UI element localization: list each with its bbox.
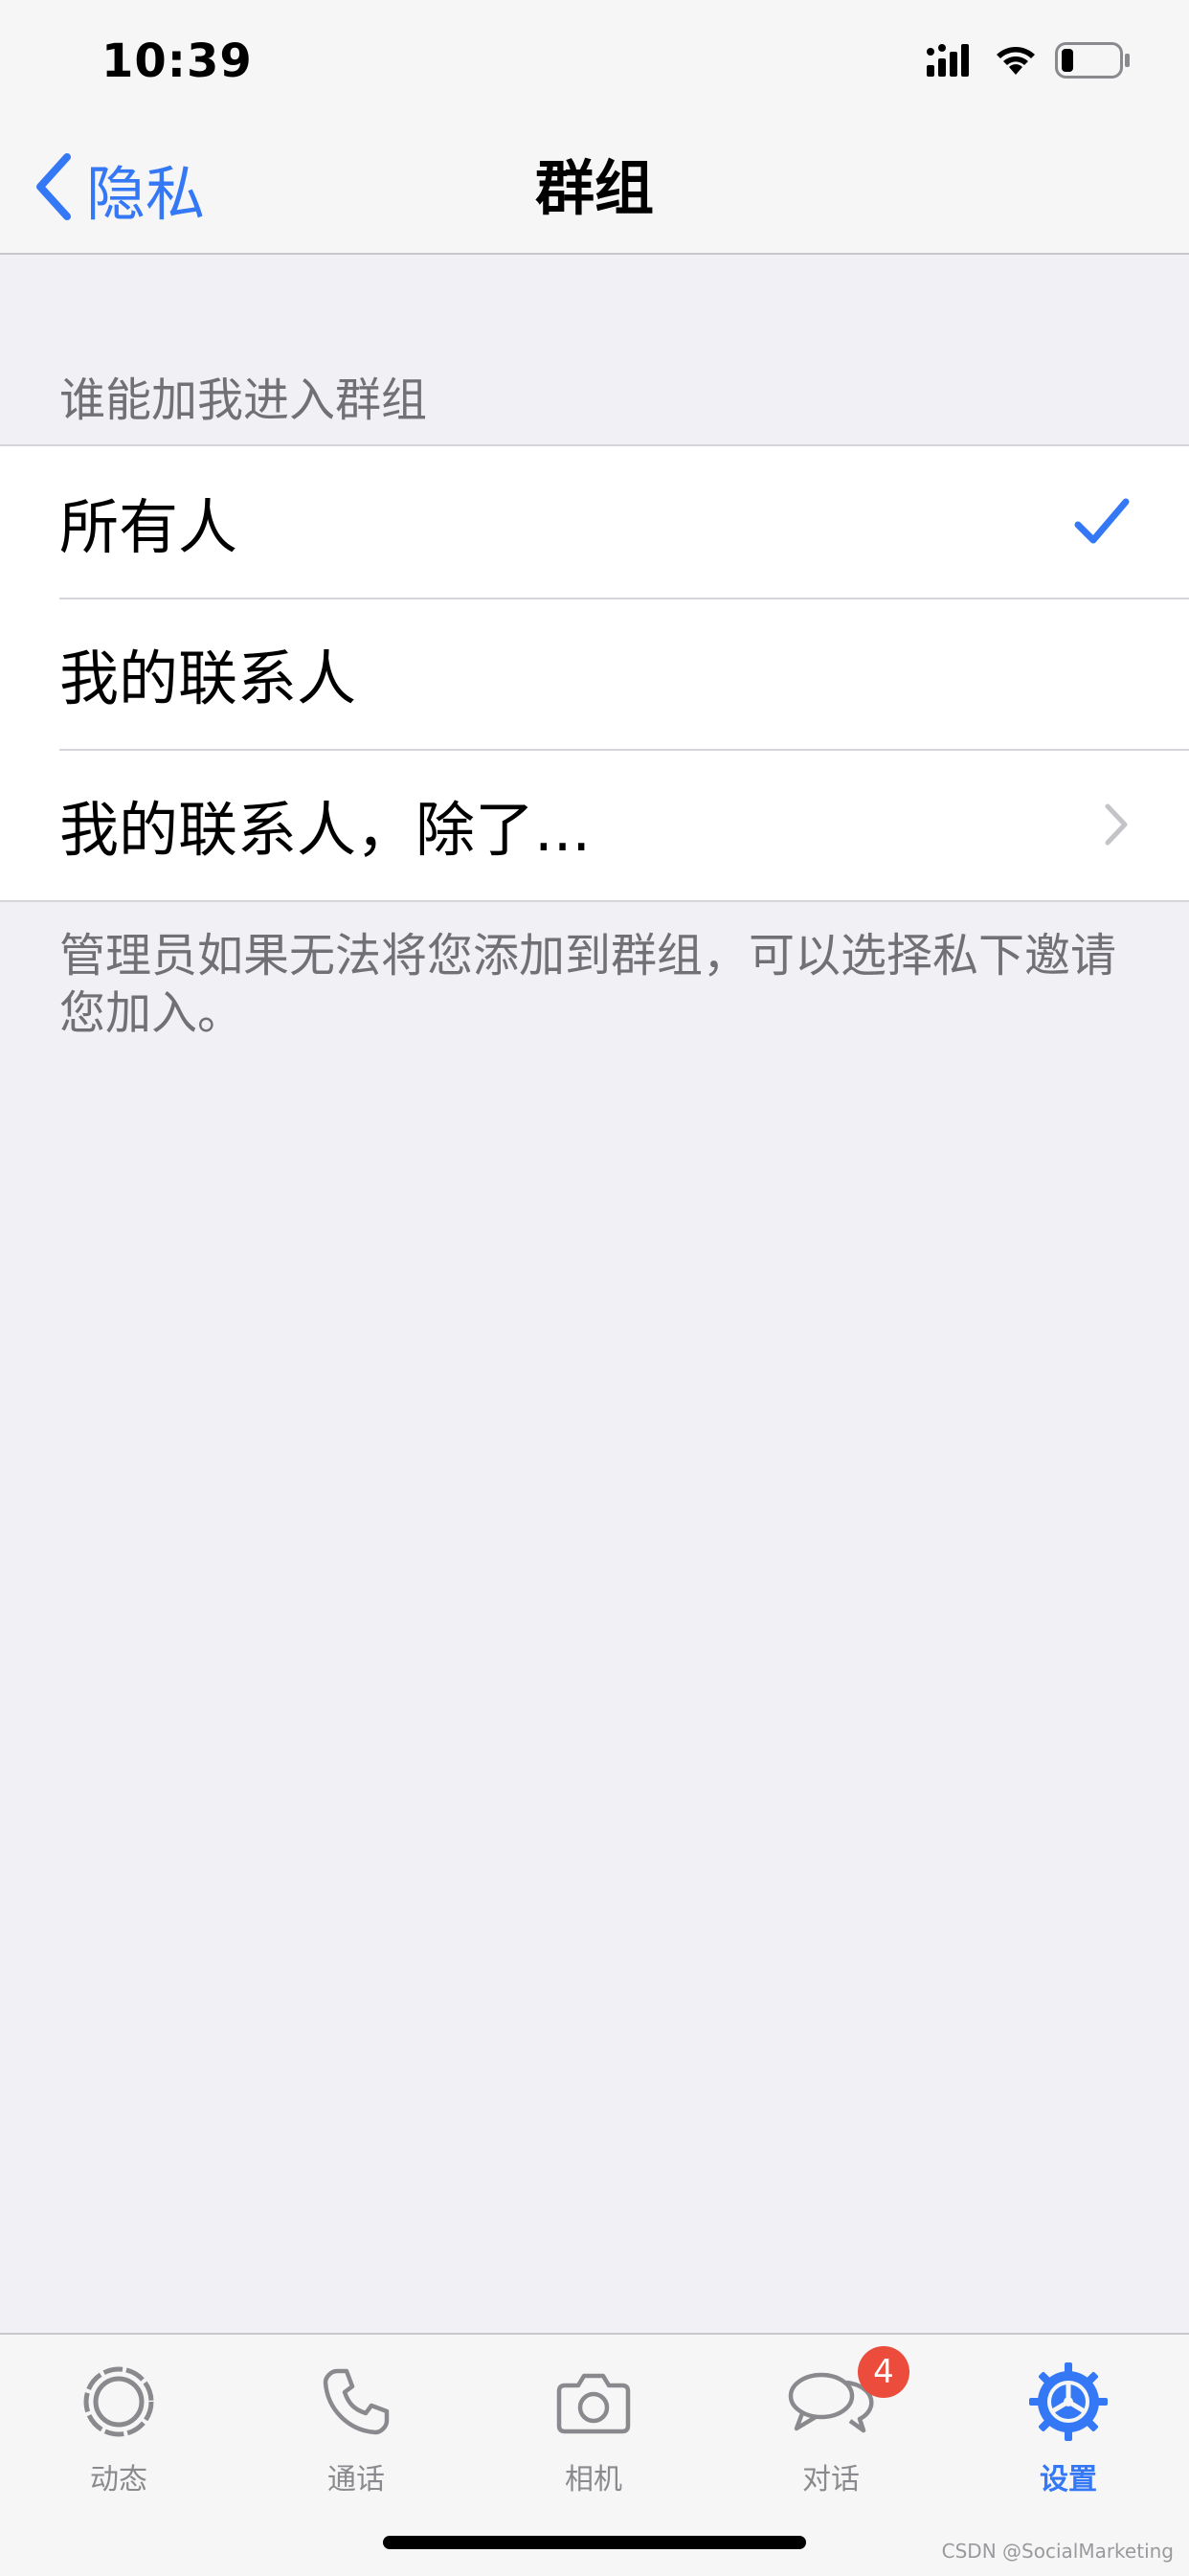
back-button-label: 隐私 — [86, 159, 206, 229]
back-button[interactable]: 隐私 — [34, 146, 205, 232]
status-bar: 10:39 — [0, 0, 1189, 124]
status-icons — [927, 42, 1132, 82]
cellular-signal-icon — [927, 44, 976, 80]
tab-status[interactable]: 动态 — [0, 2354, 237, 2507]
option-label: 我的联系人，除了... — [59, 795, 592, 865]
option-label: 我的联系人 — [59, 644, 357, 713]
option-label: 所有人 — [59, 492, 238, 562]
option-everyone[interactable]: 所有人 — [0, 446, 1189, 598]
phone-icon — [308, 2354, 404, 2450]
unread-badge: 4 — [858, 2346, 909, 2398]
checkmark-icon — [1074, 446, 1130, 598]
tab-label: 通话 — [327, 2463, 385, 2497]
tab-camera[interactable]: 相机 — [475, 2354, 712, 2507]
group-permission-list: 所有人 我的联系人 我的联系人，除了... — [0, 444, 1189, 902]
option-my-contacts[interactable]: 我的联系人 — [0, 598, 1189, 749]
tab-chats[interactable]: 4 对话 — [712, 2346, 950, 2507]
wifi-icon — [994, 44, 1038, 80]
home-indicator[interactable] — [383, 2536, 806, 2549]
tab-label: 设置 — [1040, 2463, 1097, 2497]
chats-icon: 4 — [783, 2346, 909, 2450]
camera-icon — [546, 2354, 641, 2450]
tab-calls[interactable]: 通话 — [237, 2354, 475, 2507]
option-my-contacts-except[interactable]: 我的联系人，除了... — [0, 749, 1189, 900]
navigation-bar: 群组 隐私 — [0, 124, 1189, 255]
tab-label: 动态 — [90, 2463, 147, 2497]
section-header: 谁能加我进入群组 — [59, 373, 428, 427]
tab-label: 相机 — [565, 2463, 622, 2497]
settings-icon — [1021, 2354, 1116, 2450]
chevron-right-icon — [1103, 749, 1130, 900]
status-icon — [71, 2354, 167, 2450]
tab-label: 对话 — [802, 2463, 860, 2497]
chevron-left-icon — [34, 153, 73, 224]
status-time: 10:39 — [101, 34, 253, 88]
tab-settings[interactable]: 设置 — [950, 2354, 1187, 2507]
battery-icon — [1055, 42, 1132, 82]
watermark: CSDN @SocialMarketing — [941, 2540, 1174, 2563]
section-footer: 管理员如果无法将您添加到群组，可以选择私下邀请您加入。 — [59, 929, 1117, 1040]
